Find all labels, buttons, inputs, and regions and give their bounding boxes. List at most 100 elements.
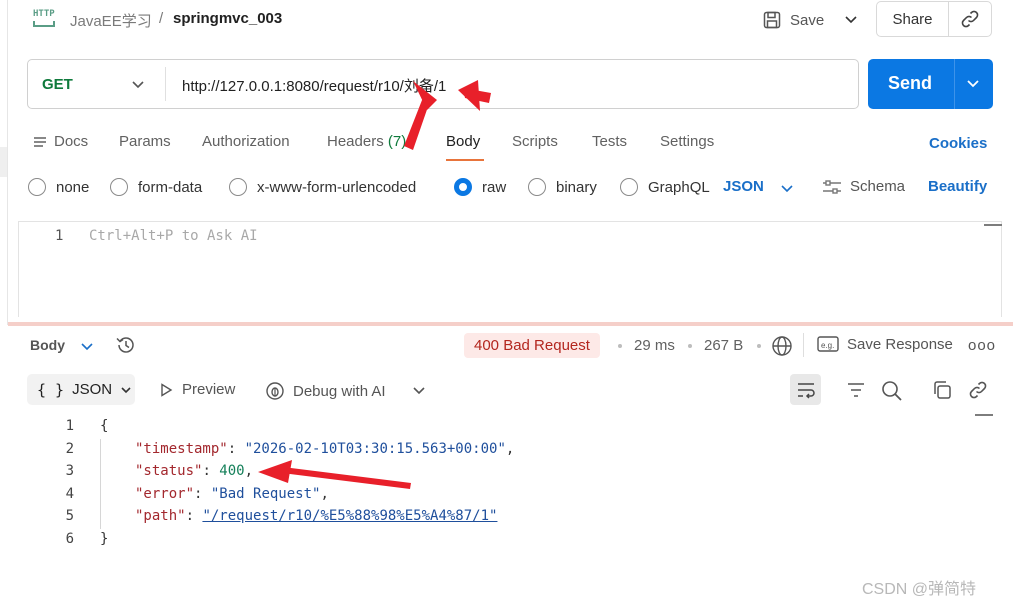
status-badge: 400 Bad Request xyxy=(464,333,600,358)
debug-chevron-down-icon[interactable] xyxy=(412,383,426,397)
editor-scrollbar[interactable] xyxy=(984,224,1002,226)
copy-icon[interactable] xyxy=(932,380,952,400)
save-button[interactable]: Save xyxy=(762,8,824,32)
cookies-link[interactable]: Cookies xyxy=(929,135,987,152)
breadcrumb-collection[interactable]: JavaEE学习 xyxy=(70,10,152,31)
preview-label: Preview xyxy=(182,381,236,398)
radio-graphql-circle[interactable] xyxy=(620,178,638,196)
tab-docs[interactable]: Docs xyxy=(33,133,88,150)
json-key: "error" xyxy=(135,486,195,502)
arrow-annotation-status xyxy=(258,460,411,489)
tab-settings[interactable]: Settings xyxy=(660,133,714,150)
beautify-button[interactable]: Beautify xyxy=(928,178,987,195)
response-scrollbar[interactable] xyxy=(975,414,993,416)
sidebar-edge xyxy=(0,147,7,177)
braces-icon: { } xyxy=(37,380,65,399)
more-options-icon[interactable]: ooo xyxy=(968,337,996,354)
separator-dot xyxy=(688,344,692,348)
send-options-chevron-icon[interactable] xyxy=(965,75,981,91)
share-button[interactable]: Share xyxy=(876,1,949,37)
headers-count: (7) xyxy=(387,133,407,150)
code-line-number: 4 xyxy=(65,486,74,502)
response-body-chevron-down-icon[interactable] xyxy=(80,339,94,353)
code-line-number: 2 xyxy=(65,441,74,457)
radio-urlencoded-label: x-www-form-urlencoded xyxy=(257,178,417,196)
preview-button[interactable]: Preview xyxy=(158,381,235,398)
save-response-icon: e.g. xyxy=(817,336,839,352)
send-label: Send xyxy=(888,73,933,93)
tab-params[interactable]: Params xyxy=(119,133,171,150)
radio-urlencoded[interactable]: x-www-form-urlencoded xyxy=(229,178,416,196)
separator-dot xyxy=(757,344,761,348)
tab-scripts[interactable]: Scripts xyxy=(512,133,558,150)
url-input[interactable]: http://127.0.0.1:8080/request/r10/刘备/1 xyxy=(182,75,446,96)
radio-binary-circle[interactable] xyxy=(528,178,546,196)
radio-form-data[interactable]: form-data xyxy=(110,178,202,196)
tab-headers-label: Headers xyxy=(327,133,384,150)
radio-raw[interactable]: raw xyxy=(454,178,506,196)
radio-binary-label: binary xyxy=(556,178,597,196)
json-key: "timestamp" xyxy=(135,441,228,457)
method-chevron-down-icon[interactable] xyxy=(130,76,146,92)
radio-none-label: none xyxy=(56,178,90,196)
response-size: 267 B xyxy=(704,337,744,354)
pane-splitter[interactable] xyxy=(8,322,1013,326)
tab-body[interactable]: Body xyxy=(446,133,480,150)
save-options-chevron-icon[interactable] xyxy=(842,10,860,28)
code-open-brace: { xyxy=(100,418,109,434)
code-line: "path": "/request/r10/%E5%88%98%E5%A4%87… xyxy=(135,508,498,524)
bug-icon xyxy=(266,382,284,400)
radio-binary[interactable]: binary xyxy=(528,178,597,196)
body-format-chevron-down-icon[interactable] xyxy=(779,180,795,196)
response-body-label[interactable]: Body xyxy=(30,337,65,353)
json-link-value[interactable]: "/request/r10/%E5%88%98%E5%A4%87/1" xyxy=(202,508,497,524)
radio-raw-circle[interactable] xyxy=(454,178,472,196)
editor-placeholder: Ctrl+Alt+P to Ask AI xyxy=(89,228,258,244)
code-line-number: 3 xyxy=(65,463,74,479)
json-key: "path" xyxy=(135,508,186,524)
search-icon[interactable] xyxy=(881,380,903,402)
debug-with-ai-button[interactable]: Debug with AI xyxy=(265,381,386,401)
docs-icon xyxy=(34,136,46,147)
body-format-select[interactable]: JSON xyxy=(723,178,764,195)
copy-link-button[interactable] xyxy=(948,1,992,37)
tab-headers[interactable]: Headers (7) xyxy=(327,133,406,150)
response-format-select[interactable]: { } JSON xyxy=(27,374,135,405)
tab-tests[interactable]: Tests xyxy=(592,133,627,150)
response-format-label: JSON xyxy=(72,381,113,398)
save-response-button[interactable]: e.g. Save Response xyxy=(817,335,953,353)
debug-label: Debug with AI xyxy=(293,382,386,400)
save-label: Save xyxy=(790,11,825,29)
filter-icon[interactable] xyxy=(846,380,866,400)
watermark: CSDN @弹简特 xyxy=(862,581,977,598)
wrap-lines-icon[interactable] xyxy=(790,374,821,405)
request-title[interactable]: springmvc_003 xyxy=(173,10,282,27)
tab-docs-label: Docs xyxy=(54,133,89,150)
code-line-number: 1 xyxy=(65,418,74,434)
radio-graphql[interactable]: GraphQL xyxy=(620,178,710,196)
toolbar-divider xyxy=(803,333,804,357)
globe-icon[interactable] xyxy=(771,335,793,357)
schema-button[interactable]: Schema xyxy=(822,178,905,195)
save-response-label: Save Response xyxy=(847,335,953,353)
radio-none-circle[interactable] xyxy=(28,178,46,196)
link-icon[interactable] xyxy=(968,380,988,400)
save-icon xyxy=(763,11,781,29)
radio-urlencoded-circle[interactable] xyxy=(229,178,247,196)
separator-dot xyxy=(618,344,622,348)
radio-form-data-circle[interactable] xyxy=(110,178,128,196)
schema-sliders-icon xyxy=(823,179,841,194)
url-divider xyxy=(165,67,166,101)
json-value: "2026-02-10T03:30:15.563+00:00" xyxy=(244,441,506,457)
code-line: "error": "Bad Request", xyxy=(135,486,329,502)
code-line: "status": 400, xyxy=(135,463,254,479)
link-icon xyxy=(961,10,979,28)
send-button[interactable]: Send xyxy=(868,59,993,109)
method-select[interactable]: GET xyxy=(42,76,73,93)
tab-authorization[interactable]: Authorization xyxy=(202,133,290,150)
svg-text:e.g.: e.g. xyxy=(821,341,834,350)
history-icon[interactable] xyxy=(114,335,136,355)
radio-none[interactable]: none xyxy=(28,178,89,196)
schema-label: Schema xyxy=(850,178,906,195)
http-icon: HTTP xyxy=(33,9,57,29)
